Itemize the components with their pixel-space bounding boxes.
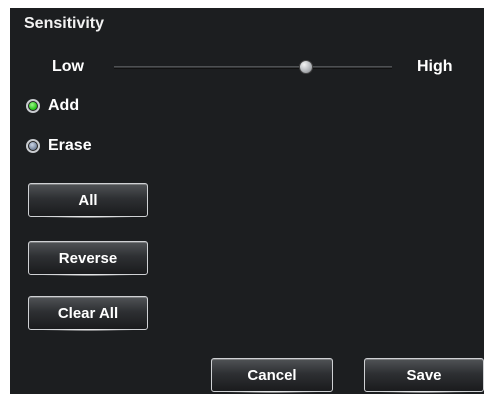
slider-thumb[interactable] (298, 60, 313, 74)
slider-high-label: High (417, 58, 453, 75)
radio-erase-label: Erase (48, 137, 92, 154)
sensitivity-title: Sensitivity (24, 15, 105, 32)
slider-low-label: Low (52, 58, 84, 75)
cancel-button[interactable]: Cancel (211, 358, 333, 393)
radio-erase-indicator[interactable] (26, 139, 40, 153)
radio-erase[interactable]: Erase (26, 137, 92, 155)
save-button[interactable]: Save (364, 358, 484, 393)
radio-add-label: Add (48, 97, 80, 114)
radio-add-indicator[interactable] (26, 99, 40, 113)
reverse-button[interactable]: Reverse (28, 241, 148, 276)
radio-add[interactable]: Add (26, 97, 79, 115)
clear-all-button[interactable]: Clear All (28, 296, 148, 331)
sensitivity-panel: Sensitivity Low High Add Erase All Rever… (10, 8, 484, 394)
slider-track[interactable] (114, 66, 392, 69)
all-button[interactable]: All (28, 183, 148, 218)
sensitivity-slider[interactable] (114, 60, 392, 76)
